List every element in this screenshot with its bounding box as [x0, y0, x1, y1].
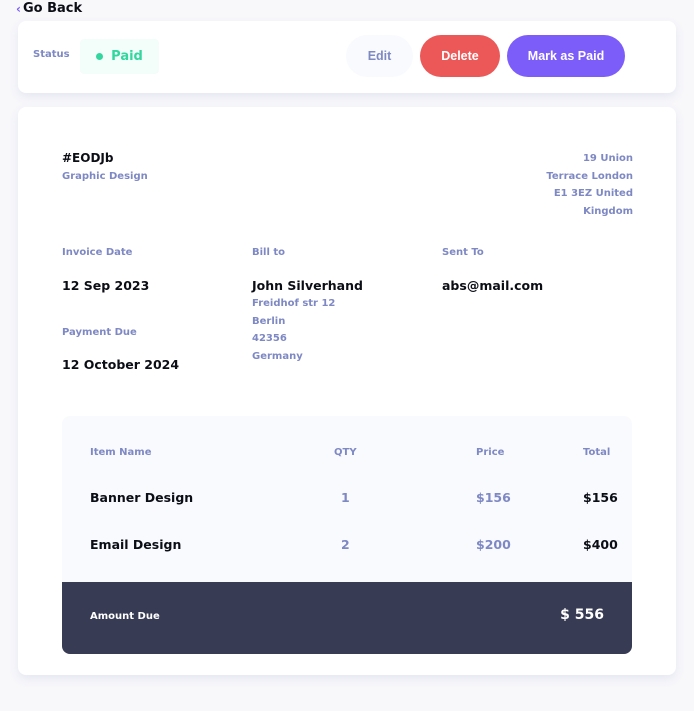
amount-due-value: $ 556 — [560, 607, 604, 623]
item-total: $400 — [583, 537, 618, 552]
amount-due-bar: Amount Due $ 556 — [62, 582, 632, 654]
client-address-line: Freidhof str 12 — [252, 298, 336, 309]
status-label: Status — [33, 49, 70, 60]
amount-due-label: Amount Due — [90, 611, 160, 622]
invoice-description: Graphic Design — [62, 171, 148, 182]
payment-due-label: Payment Due — [62, 327, 137, 338]
client-address: Freidhof str 12 Berlin 42356 Germany — [252, 295, 335, 365]
invoice-date: 12 Sep 2023 — [62, 278, 150, 293]
item-price: $156 — [476, 490, 511, 505]
edit-button[interactable]: Edit — [346, 35, 413, 77]
item-total: $156 — [583, 490, 618, 505]
items-table: Item Name QTY Price Total Banner Design … — [62, 416, 632, 654]
client-name: John Silverhand — [252, 278, 363, 293]
table-row: Banner Design 1 $156 $156 — [62, 490, 632, 510]
sender-address-line: Terrace London — [546, 170, 633, 182]
sender-address: 19 Union Terrace London E1 3EZ United Ki… — [523, 150, 633, 220]
client-email: abs@mail.com — [442, 278, 544, 293]
go-back-label: Go Back — [22, 1, 83, 16]
sender-address-line: Kingdom — [583, 205, 633, 217]
item-qty: 1 — [341, 490, 350, 505]
client-address-line: Germany — [252, 350, 303, 362]
status-bar: Status Paid Edit Delete Mark as Paid — [18, 21, 676, 93]
chevron-left-icon: ‹ — [16, 1, 21, 16]
sender-address-line: E1 3EZ United — [553, 188, 633, 200]
table-row: Email Design 2 $200 $400 — [62, 537, 632, 557]
client-address-line: Berlin — [252, 315, 286, 327]
delete-button[interactable]: Delete — [420, 35, 500, 77]
bill-to-label: Bill to — [252, 247, 286, 258]
status-dot-icon — [96, 53, 104, 60]
sent-to-label: Sent To — [442, 247, 484, 258]
item-name: Banner Design — [90, 490, 194, 505]
header-item-name: Item Name — [90, 447, 152, 458]
mark-as-paid-button[interactable]: Mark as Paid — [507, 35, 625, 77]
go-back-link[interactable]: ‹ Go Back — [16, 1, 82, 16]
header-qty: QTY — [334, 447, 357, 458]
client-address-line: 42356 — [252, 333, 287, 345]
sender-address-line: 19 Union — [582, 153, 633, 164]
status-text: Paid — [111, 49, 143, 64]
header-price: Price — [476, 447, 505, 458]
invoice-date-label: Invoice Date — [62, 247, 133, 258]
item-name: Email Design — [90, 537, 182, 552]
invoice-card: #EODJb Graphic Design 19 Union Terrace L… — [18, 107, 676, 675]
item-qty: 2 — [341, 537, 350, 552]
header-total: Total — [583, 447, 611, 458]
status-badge: Paid — [80, 39, 159, 74]
invoice-id: #EODJb — [62, 151, 114, 165]
payment-due: 12 October 2024 — [62, 357, 180, 372]
item-price: $200 — [476, 537, 511, 552]
